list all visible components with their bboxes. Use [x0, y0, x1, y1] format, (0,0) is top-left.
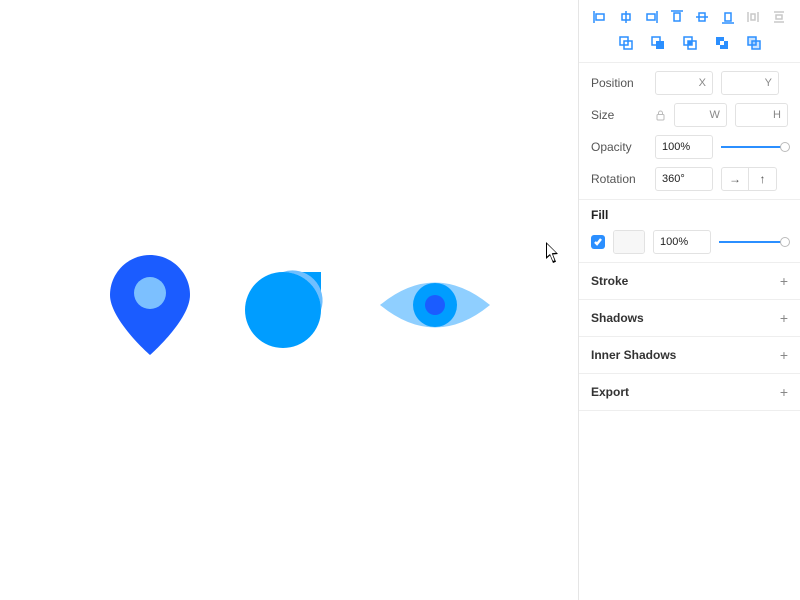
fill-section: Fill 100%: [579, 200, 800, 263]
fill-section-title: Fill: [591, 208, 608, 222]
canvas-shape-blob[interactable]: [240, 255, 335, 350]
canvas-shape-eye[interactable]: [380, 270, 490, 340]
stroke-section-title: Stroke: [591, 274, 628, 288]
flip-vertical-button[interactable]: ↑: [749, 167, 777, 191]
canvas-shape-pin[interactable]: [110, 255, 190, 355]
distribute-v-icon: [770, 8, 788, 26]
fill-enabled-checkbox[interactable]: [591, 235, 605, 249]
fill-opacity-slider[interactable]: [719, 230, 788, 254]
rotation-label: Rotation: [591, 172, 647, 186]
add-inner-shadow-button[interactable]: +: [780, 347, 788, 363]
shadows-section-title: Shadows: [591, 311, 644, 325]
align-left-icon[interactable]: [591, 8, 609, 26]
flip-horizontal-button[interactable]: →: [721, 167, 749, 191]
position-y-field[interactable]: Y: [721, 71, 779, 95]
export-section-header[interactable]: Export +: [579, 374, 800, 411]
add-shadow-button[interactable]: +: [780, 310, 788, 326]
align-vcenter-icon[interactable]: [693, 8, 711, 26]
align-right-icon[interactable]: [642, 8, 660, 26]
add-stroke-button[interactable]: +: [780, 273, 788, 289]
opacity-label: Opacity: [591, 140, 647, 154]
size-h-field[interactable]: H: [735, 103, 788, 127]
opacity-slider[interactable]: [721, 135, 788, 159]
export-section-title: Export: [591, 385, 629, 399]
fill-color-swatch[interactable]: [613, 230, 645, 254]
cursor-pointer-icon: [546, 242, 562, 264]
boolean-ops-row: [579, 30, 800, 63]
geometry-section: Position X Y Size W H Opacity 100% R: [579, 63, 800, 200]
fill-opacity-field[interactable]: 100%: [653, 230, 711, 254]
rotation-field[interactable]: 360°: [655, 167, 713, 191]
shadows-section-header[interactable]: Shadows +: [579, 300, 800, 337]
position-x-field[interactable]: X: [655, 71, 713, 95]
canvas[interactable]: [0, 0, 578, 600]
alignment-row: [579, 0, 800, 30]
align-bottom-icon[interactable]: [719, 8, 737, 26]
inner-shadows-section-header[interactable]: Inner Shadows +: [579, 337, 800, 374]
bool-intersect-icon[interactable]: [681, 34, 699, 52]
align-hcenter-icon[interactable]: [617, 8, 635, 26]
size-w-field[interactable]: W: [674, 103, 727, 127]
inner-shadows-section-title: Inner Shadows: [591, 348, 676, 362]
position-label: Position: [591, 76, 647, 90]
bool-flatten-icon[interactable]: [745, 34, 763, 52]
align-top-icon[interactable]: [668, 8, 686, 26]
distribute-h-icon: [744, 8, 762, 26]
bool-subtract-icon[interactable]: [649, 34, 667, 52]
bool-union-icon[interactable]: [617, 34, 635, 52]
opacity-field[interactable]: 100%: [655, 135, 713, 159]
bool-difference-icon[interactable]: [713, 34, 731, 52]
size-label: Size: [591, 108, 647, 122]
stroke-section-header[interactable]: Stroke +: [579, 263, 800, 300]
lock-aspect-icon[interactable]: [655, 110, 666, 121]
add-export-button[interactable]: +: [780, 384, 788, 400]
inspector-panel: Position X Y Size W H Opacity 100% R: [578, 0, 800, 600]
